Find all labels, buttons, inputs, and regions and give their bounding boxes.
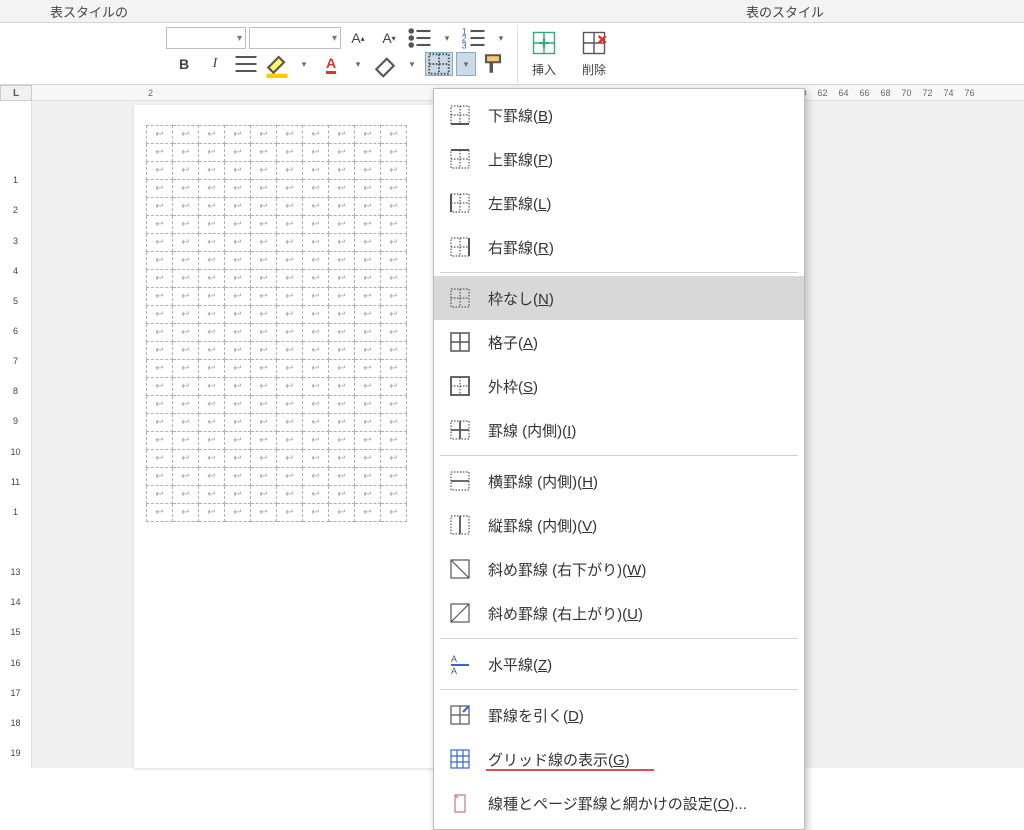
- menu-item-border-right[interactable]: 右罫線(R): [434, 225, 804, 269]
- grid-icon: [448, 747, 472, 771]
- menu-item-border-hinner[interactable]: 横罫線 (内側)(H): [434, 459, 804, 503]
- menu-item-label: 水平線(Z): [488, 654, 552, 675]
- tab-label-right[interactable]: 表のスタイル: [746, 2, 824, 21]
- eraser-button[interactable]: [371, 52, 399, 76]
- menu-item-settings[interactable]: 線種とページ罫線と網かけの設定(O)...: [434, 781, 804, 825]
- hr-icon: AA: [448, 652, 472, 676]
- align-button[interactable]: [232, 52, 260, 76]
- border-button[interactable]: [425, 52, 453, 76]
- menu-item-label: 斜め罫線 (右下がり)(W): [488, 559, 646, 580]
- menu-item-label: 下罫線(B): [488, 105, 553, 126]
- menu-item-label: 外枠(S): [488, 376, 538, 397]
- menu-item-label: 斜め罫線 (右上がり)(U): [488, 603, 643, 624]
- draw-icon: [448, 703, 472, 727]
- menu-item-label: 罫線 (内側)(I): [488, 420, 576, 441]
- border-outer-icon: [448, 374, 472, 398]
- settings-icon: [448, 791, 472, 815]
- ruler-corner: L: [0, 85, 32, 101]
- eraser-arrow[interactable]: ▾: [402, 52, 422, 76]
- highlight-button[interactable]: [263, 52, 291, 76]
- menu-item-label: 罫線を引く(D): [488, 705, 584, 726]
- menu-item-border-all[interactable]: 格子(A): [434, 320, 804, 364]
- menu-item-border-bottom[interactable]: 下罫線(B): [434, 93, 804, 137]
- svg-text:A: A: [451, 654, 457, 664]
- menu-item-label: 枠なし(N): [488, 288, 554, 309]
- menu-item-label: 格子(A): [488, 332, 538, 353]
- menu-item-label: 左罫線(L): [488, 193, 551, 214]
- menu-item-label: グリッド線の表示(G): [488, 749, 630, 770]
- highlight-arrow[interactable]: ▾: [294, 52, 314, 76]
- menu-item-border-none[interactable]: 枠なし(N): [434, 276, 804, 320]
- border-bottom-icon: [448, 103, 472, 127]
- bold-button[interactable]: B: [170, 52, 198, 76]
- menu-item-border-vinner[interactable]: 縦罫線 (内側)(V): [434, 503, 804, 547]
- svg-text:3: 3: [462, 41, 467, 51]
- delete-button[interactable]: 削除: [570, 25, 618, 81]
- format-painter-button[interactable]: [479, 52, 507, 76]
- border-vinner-icon: [448, 513, 472, 537]
- border-arrow[interactable]: ▾: [456, 52, 476, 76]
- menu-item-diag-down[interactable]: 斜め罫線 (右下がり)(W): [434, 547, 804, 591]
- menu-item-label: 線種とページ罫線と網かけの設定(O)...: [488, 793, 747, 814]
- menu-item-border-top[interactable]: 上罫線(P): [434, 137, 804, 181]
- font-family-select[interactable]: ▾: [166, 27, 246, 49]
- menu-item-label: 上罫線(P): [488, 149, 553, 170]
- font-color-button[interactable]: A: [317, 52, 345, 76]
- menu-item-label: 右罫線(R): [488, 237, 554, 258]
- border-hinner-icon: [448, 469, 472, 493]
- shrink-font-button[interactable]: A▾: [375, 26, 403, 50]
- border-none-icon: [448, 286, 472, 310]
- bullet-list-arrow[interactable]: ▾: [437, 26, 457, 50]
- document-table[interactable]: ↩↩↩↩↩↩↩↩↩↩↩↩↩↩↩↩↩↩↩↩↩↩↩↩↩↩↩↩↩↩↩↩↩↩↩↩↩↩↩↩…: [146, 125, 407, 522]
- diag-down-icon: [448, 557, 472, 581]
- number-list-arrow[interactable]: ▾: [491, 26, 511, 50]
- border-all-icon: [448, 330, 472, 354]
- diag-up-icon: [448, 601, 472, 625]
- border-left-icon: [448, 191, 472, 215]
- bullet-list-button[interactable]: [406, 26, 434, 50]
- menu-item-label: 縦罫線 (内側)(V): [488, 515, 597, 536]
- vertical-ruler[interactable]: 1234567891011113141516171819: [0, 101, 32, 768]
- ribbon: ▾ ▾ A▴ A▾ ▾ 123 ▾ B I ▾ A ▾ ▾ ▾ 挿入: [0, 23, 1024, 85]
- font-color-arrow[interactable]: ▾: [348, 52, 368, 76]
- tab-label-left[interactable]: 表スタイルの: [50, 2, 128, 21]
- menu-item-diag-up[interactable]: 斜め罫線 (右上がり)(U): [434, 591, 804, 635]
- border-top-icon: [448, 147, 472, 171]
- border-inner-icon: [448, 418, 472, 442]
- font-size-select[interactable]: ▾: [249, 27, 341, 49]
- svg-text:A: A: [451, 666, 457, 675]
- border-dropdown-menu: 下罫線(B) 上罫線(P) 左罫線(L) 右罫線(R) 枠なし(N) 格子(A) 外枠(S)…: [433, 88, 805, 830]
- tab-bar: 表スタイルの 表のスタイル: [0, 0, 1024, 23]
- menu-item-grid[interactable]: グリッド線の表示(G): [434, 737, 804, 781]
- number-list-button[interactable]: 123: [460, 26, 488, 50]
- insert-button[interactable]: 挿入: [520, 25, 568, 81]
- menu-item-border-left[interactable]: 左罫線(L): [434, 181, 804, 225]
- menu-item-label: 横罫線 (内側)(H): [488, 471, 598, 492]
- menu-item-draw[interactable]: 罫線を引く(D): [434, 693, 804, 737]
- border-right-icon: [448, 235, 472, 259]
- italic-button[interactable]: I: [201, 52, 229, 76]
- menu-item-border-outer[interactable]: 外枠(S): [434, 364, 804, 408]
- grow-font-button[interactable]: A▴: [344, 26, 372, 50]
- menu-item-hr[interactable]: AA 水平線(Z): [434, 642, 804, 686]
- menu-item-border-inner[interactable]: 罫線 (内側)(I): [434, 408, 804, 452]
